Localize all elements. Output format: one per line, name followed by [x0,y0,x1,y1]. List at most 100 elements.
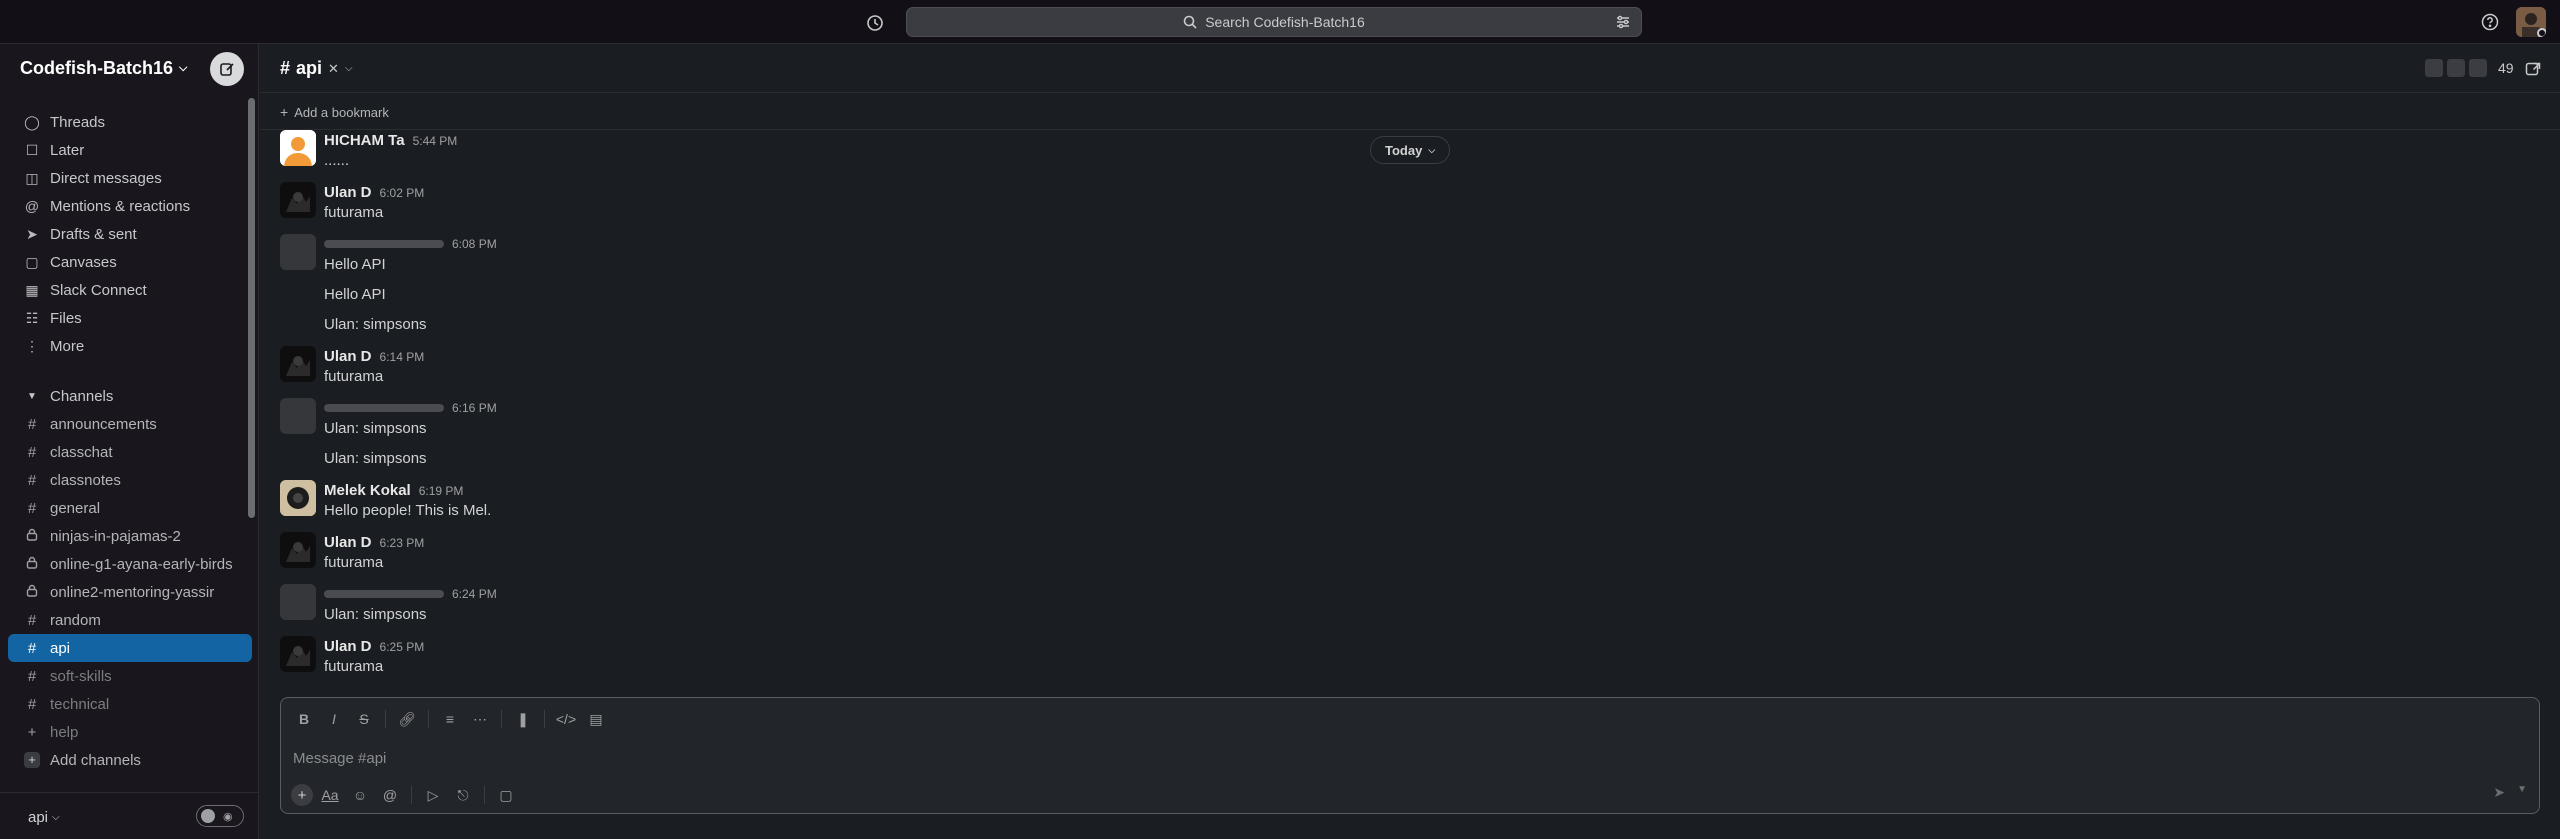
channel-label: api [50,639,71,657]
code-icon[interactable]: </> [553,706,579,732]
sidebar-item-help[interactable]: + help [8,718,252,746]
hash-icon: # [27,667,37,685]
date-divider-button[interactable]: Today ⌵ [1370,136,1451,164]
message-author[interactable]: Ulan D [324,638,372,655]
message-time[interactable]: 6:14 PM [380,350,425,364]
message-time[interactable]: 6:08 PM [452,237,497,251]
send-icon[interactable]: ➤ [2493,784,2505,801]
avatar[interactable] [280,636,316,672]
sidebar-item-soft-skills[interactable]: # soft-skills [8,662,252,690]
message[interactable]: 6:24 PM Ulan: simpsons [280,584,2530,623]
search-bar[interactable]: Search Codefish-Batch16 [906,7,1642,37]
sidebar-item-technical[interactable]: # technical [8,690,252,718]
attach-plus-icon[interactable]: + [291,784,313,806]
sidebar-item-mentions[interactable]: @ Mentions & reactions [8,192,252,220]
message[interactable]: 6:08 PM Hello API Hello API Ulan: simpso… [280,234,2530,333]
sidebar-item-drafts[interactable]: ➤ Drafts & sent [8,220,252,248]
avatar[interactable] [280,532,316,568]
canvas-icon: ▢ [25,253,39,270]
italic-icon[interactable]: I [321,706,347,732]
sidebar-item-classchat[interactable]: # classchat [8,438,252,466]
message-time[interactable]: 6:19 PM [419,484,464,498]
link-icon[interactable]: 🔗︎ [394,706,420,732]
message-time[interactable]: 5:44 PM [413,134,458,148]
avatar[interactable] [280,234,316,270]
message-time[interactable]: 6:02 PM [380,186,425,200]
sidebar-item-classnotes[interactable]: # classnotes [8,466,252,494]
text-format-icon[interactable]: Aa [317,782,343,808]
compose-button[interactable] [210,52,244,86]
more-icon: ⋮ [25,337,39,354]
slash-command-icon[interactable]: ▢ [493,782,519,808]
sidebar-item-direct-messages[interactable]: ◫ Direct messages [8,164,252,192]
message-author[interactable]: Ulan D [324,534,372,551]
ordered-list-icon[interactable]: ≡ [437,706,463,732]
sidebar-item-general[interactable]: # general [8,494,252,522]
message[interactable]: Melek Kokal 6:19 PM Hello people! This is… [280,480,2530,519]
strikethrough-icon[interactable]: S [351,706,377,732]
sidebar-item-slack-connect[interactable]: ▦ Slack Connect [8,276,252,304]
add-icon: + [24,752,40,768]
emoji-icon[interactable]: ☺ [347,782,373,808]
channel-canvas-icon[interactable] [2522,58,2544,80]
message[interactable]: Ulan D 6:23 PM futurama [280,532,2530,571]
message-author[interactable]: Melek Kokal [324,482,411,499]
mention-icon[interactable]: @ [377,782,403,808]
sidebar-item-label: Mentions & reactions [50,197,191,215]
bulleted-list-icon[interactable]: ⋯ [467,706,493,732]
sidebar-item-online-g1-ayana-early-birds[interactable]: online-g1-ayana-early-birds [8,550,252,578]
sidebar-item-random[interactable]: # random [8,606,252,634]
message-author[interactable]: Ulan D [324,348,372,365]
search-filter-icon[interactable] [1615,14,1631,33]
microphone-icon[interactable]: ⎋ [450,782,476,808]
bold-icon[interactable]: B [291,706,317,732]
video-clip-icon[interactable]: ▷ [420,782,446,808]
sidebar-item-ninjas-in-pajamas-2[interactable]: ninjas-in-pajamas-2 [8,522,252,550]
sidebar-item-canvases[interactable]: ▢ Canvases [8,248,252,276]
message-author[interactable]: Ulan D [324,184,372,201]
redacted-author [324,240,444,248]
avatar[interactable] [280,480,316,516]
avatar[interactable] [280,182,316,218]
message[interactable]: Ulan D 6:02 PM futurama [280,182,2530,221]
huddle-channel-picker[interactable]: api ⌵ [28,809,60,826]
blockquote-icon[interactable]: ❚ [510,706,536,732]
add-channels-button[interactable]: + Add channels [8,746,252,774]
message-text: futurama [324,204,384,221]
message-time[interactable]: 6:25 PM [380,640,425,654]
avatar[interactable] [280,130,316,166]
workspace-switcher[interactable]: Codefish-Batch16 ⌵ [20,58,187,79]
sidebar-item-later[interactable]: ☐ Later [8,136,252,164]
message[interactable]: Ulan D 6:14 PM futurama [280,346,2530,385]
avatar[interactable] [280,584,316,620]
help-icon[interactable] [2478,10,2502,34]
sidebar-item-threads[interactable]: ◯ Threads [8,108,252,136]
message-time[interactable]: 6:16 PM [452,401,497,415]
sidebar-item-announcements[interactable]: # announcements [8,410,252,438]
history-icon[interactable] [862,10,888,36]
message-time[interactable]: 6:23 PM [380,536,425,550]
message-text: futurama [324,658,384,675]
sidebar-item-api[interactable]: # api [8,634,252,662]
message-time[interactable]: 6:24 PM [452,587,497,601]
message-text: Ulan: simpsons [324,606,427,623]
sidebar-item-files[interactable]: ☷ Files [8,304,252,332]
message[interactable]: Ulan D 6:25 PM futurama [280,636,2530,675]
avatar[interactable] [280,346,316,382]
message-author[interactable]: HICHAM Ta [324,132,405,149]
channel-title-button[interactable]: # api ✕ ⌵ [280,58,353,79]
toolbar-divider [501,710,502,728]
channels-section-toggle[interactable]: ▼ Channels [8,382,252,410]
sidebar-item-online2-mentoring-yassir[interactable]: online2-mentoring-yassir [8,578,252,606]
chevron-down-icon[interactable]: ▼ [2517,784,2527,795]
huddle-toggle[interactable]: ◉ [196,805,244,827]
message-input[interactable] [293,746,2493,770]
member-list-button[interactable]: 49 [2424,58,2514,78]
avatar[interactable] [280,398,316,434]
sidebar-item-more[interactable]: ⋮ More [8,332,252,360]
code-block-icon[interactable]: ▤ [583,706,609,732]
message[interactable]: 6:16 PM Ulan: simpsons Ulan: simpsons [280,398,2530,467]
add-bookmark-button[interactable]: + Add a bookmark [280,104,389,120]
user-avatar[interactable] [2516,7,2546,37]
bookmark-bar: + Add a bookmark [260,94,2560,130]
